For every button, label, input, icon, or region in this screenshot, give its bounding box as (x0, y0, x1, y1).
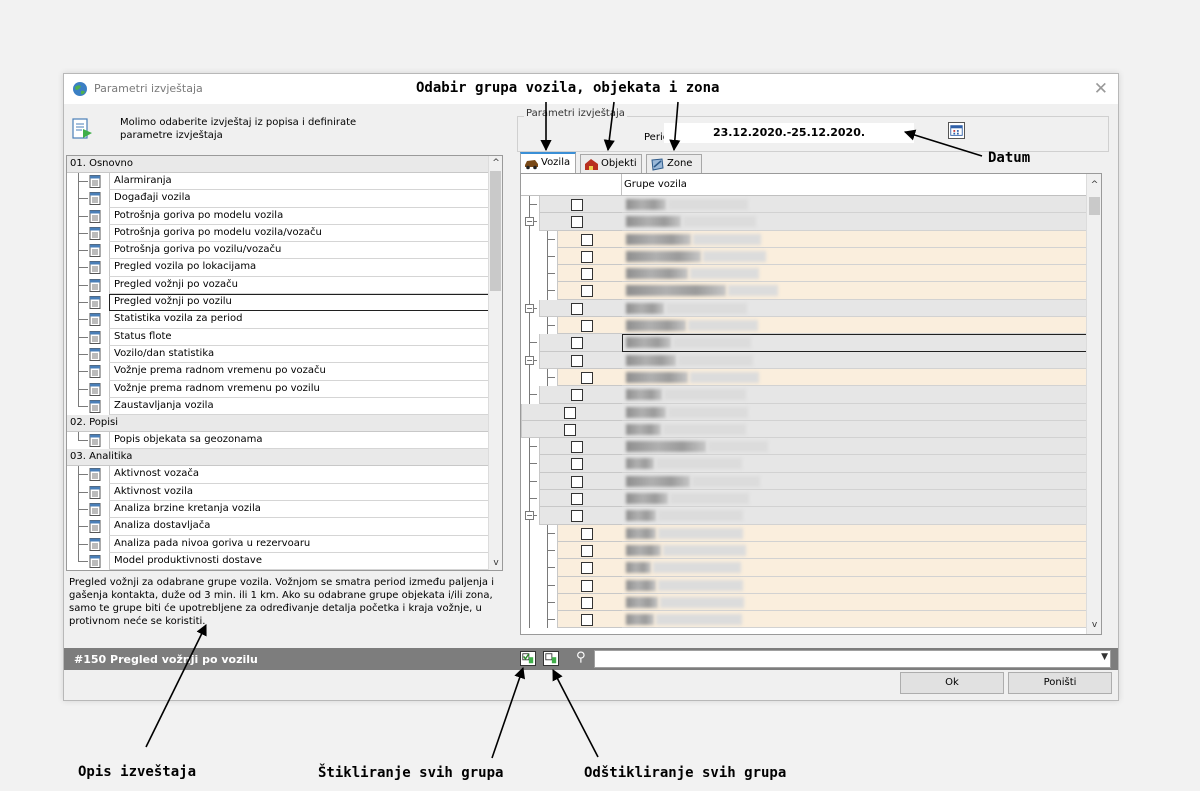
annotation-uncheck-all: Odštikliranje svih grupa (584, 765, 787, 781)
arrow-description (145, 623, 207, 748)
annotation-tabs: Odabir grupa vozila, objekata i zona (416, 80, 720, 96)
arrow-uncheck-all (552, 669, 599, 758)
arrow-date (903, 129, 983, 157)
annotation-arrows (145, 101, 983, 759)
annotation-check-all: Štikliranje svih grupa (318, 765, 504, 781)
arrow-check-all (491, 666, 526, 759)
annotation-description: Opis izveštaja (78, 764, 197, 780)
arrow-tab-zone (669, 101, 681, 152)
annotation-date: Datum (988, 150, 1031, 166)
arrow-tab-objekti (603, 101, 615, 152)
